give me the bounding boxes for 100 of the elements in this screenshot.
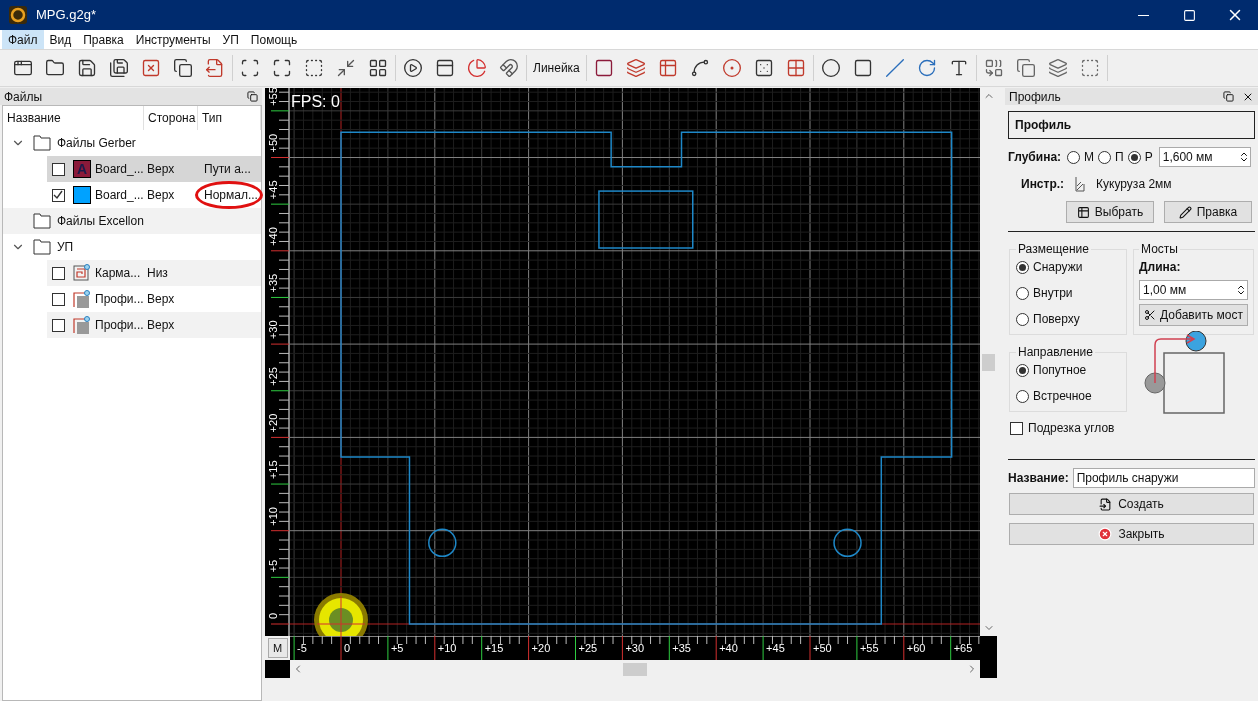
tile-icon — [785, 58, 806, 78]
close-panel-button[interactable]: Закрыть — [1009, 523, 1254, 545]
spin-arrows-icon[interactable] — [1235, 284, 1247, 296]
spin-arrows-icon[interactable] — [1238, 151, 1250, 163]
checkbox[interactable] — [51, 266, 65, 280]
magnet-icon — [499, 58, 519, 78]
dots-icon — [753, 58, 774, 78]
menu-item[interactable]: Правка — [77, 30, 130, 49]
letter-layer-icon: A — [73, 160, 91, 178]
radio-label: Поверху — [1033, 311, 1080, 328]
folder-icon — [33, 213, 51, 229]
select-area-icon — [304, 58, 324, 78]
ruler-label: +65 — [953, 642, 973, 654]
ruler-label: +55 — [267, 88, 279, 106]
file-row[interactable]: A Board_... Верх Пути а... — [47, 156, 261, 182]
scroll-thumb[interactable] — [982, 353, 995, 371]
window-title: MPG.g2g* — [36, 6, 96, 25]
save-all-icon — [109, 58, 129, 78]
ruler-label: +50 — [267, 133, 279, 153]
profile-header: Профиль — [1008, 111, 1255, 139]
radio-label: Снаружи — [1033, 259, 1083, 276]
radio-button[interactable] — [1127, 150, 1141, 164]
radio-button[interactable] — [1016, 363, 1029, 377]
radio-button[interactable] — [1016, 389, 1029, 403]
ruler-label: +20 — [267, 413, 279, 433]
ruler-label: +10 — [437, 642, 457, 654]
panel-title: Профиль — [1009, 88, 1061, 106]
end-mill-icon — [1074, 176, 1087, 192]
menu-item[interactable]: Инструменты — [129, 30, 217, 49]
name-label: Название: — [1008, 470, 1069, 487]
panel-title: Файлы — [4, 88, 43, 106]
ruler-label: +30 — [267, 320, 279, 340]
ruler-label: +25 — [267, 367, 279, 386]
ruler-label: 0 — [267, 612, 279, 619]
radio-button[interactable] — [1067, 150, 1081, 164]
fps-counter: FPS: 0 — [291, 92, 340, 112]
ruler-label: +20 — [531, 642, 551, 654]
edit-tool-button[interactable]: Правка — [1164, 201, 1252, 223]
menu-item[interactable]: Вид — [43, 30, 78, 49]
pencil-icon — [1178, 205, 1192, 219]
menu-item[interactable]: УП — [216, 30, 245, 49]
length-spinbox[interactable]: 1,00 мм — [1139, 280, 1248, 300]
file-name: Карма... — [95, 265, 142, 282]
file-name: Board_... — [95, 161, 145, 178]
ruler-label: +50 — [813, 642, 832, 654]
file-name: Board_... — [95, 187, 145, 204]
file-row[interactable]: Карма... Низ — [47, 260, 261, 286]
ruler-label: +35 — [267, 273, 279, 293]
app-logo-icon — [9, 6, 27, 24]
folder-icon — [33, 135, 51, 151]
name-input-field[interactable]: Профиль снаружи — [1072, 468, 1255, 488]
grid-icon — [368, 58, 388, 78]
create-button[interactable]: Создать — [1009, 493, 1254, 515]
radio-button[interactable] — [1016, 312, 1029, 326]
hole-circle — [428, 528, 457, 558]
checkbox[interactable] — [51, 162, 65, 176]
undock-icon[interactable] — [1223, 90, 1234, 102]
add-bridge-button[interactable]: Добавить мост — [1139, 304, 1248, 326]
ruler-button[interactable]: Линейка — [527, 55, 587, 81]
ruler-label: +10 — [267, 507, 279, 526]
maximize-icon — [1182, 8, 1196, 22]
ruler-label: +25 — [578, 642, 598, 654]
ruler-label: +15 — [484, 642, 504, 654]
fill-layer-icon — [73, 186, 91, 204]
horizontal-scrollbar[interactable] — [290, 660, 980, 678]
checkbox[interactable] — [51, 292, 65, 306]
radio-label: Попутное — [1033, 362, 1087, 379]
circle-icon — [820, 58, 841, 78]
menu-item[interactable]: Помощь — [244, 30, 304, 49]
radio-label: Р — [1144, 149, 1153, 166]
close-circle-icon — [1098, 527, 1113, 541]
undock-icon[interactable] — [247, 91, 258, 102]
depth-spinbox[interactable]: 1,600 мм — [1158, 147, 1251, 167]
radio-button[interactable] — [1016, 286, 1029, 300]
file-side: Верх — [147, 161, 176, 178]
rectangle-icon — [852, 58, 873, 78]
new-window-icon — [13, 58, 33, 78]
tree-folder-label[interactable]: Файлы Gerber — [57, 134, 136, 152]
group-title: Размещение — [1017, 241, 1090, 258]
radio-button[interactable] — [1016, 260, 1029, 274]
checkbox[interactable] — [1010, 421, 1023, 435]
checkbox[interactable] — [51, 188, 65, 202]
file-row[interactable]: Профи... Верх — [47, 312, 261, 338]
zoom-icon — [272, 58, 292, 78]
menu-item[interactable]: Файл — [2, 30, 44, 49]
ruler-label: +40 — [719, 642, 738, 654]
ruler-label: +30 — [625, 642, 645, 654]
file-name: Профи... — [95, 291, 145, 308]
ruler-label: +40 — [267, 227, 279, 246]
scissors-icon — [1144, 309, 1157, 321]
scroll-thumb[interactable] — [623, 662, 647, 676]
checkbox[interactable] — [51, 318, 65, 332]
radio-button[interactable] — [1098, 150, 1112, 164]
shrink-icon — [336, 58, 356, 78]
corner-button[interactable]: M — [267, 638, 288, 658]
select-tool-button[interactable]: Выбрать — [1066, 201, 1154, 223]
ruler-label: +5 — [267, 559, 279, 573]
close-file-icon — [141, 58, 161, 78]
radio-label: П — [1115, 149, 1124, 166]
tree-folder-label[interactable]: УП — [57, 238, 74, 256]
